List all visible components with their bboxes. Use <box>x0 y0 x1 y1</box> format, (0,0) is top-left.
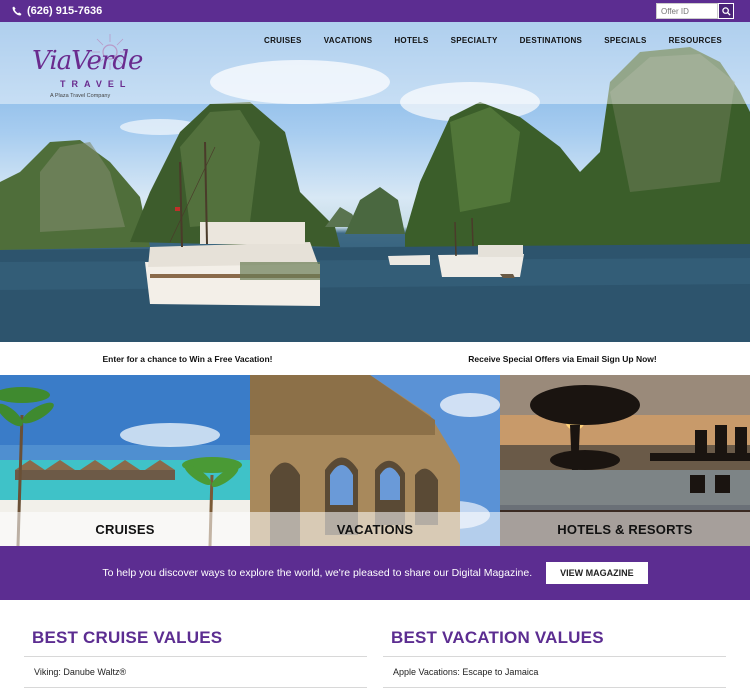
cruise-values-title: BEST CRUISE VALUES <box>24 600 367 657</box>
nav-cruises[interactable]: CRUISES <box>264 36 302 45</box>
tile-label-cruises: CRUISES <box>0 512 250 546</box>
logo-tagline: A Plaza Travel Company <box>50 93 111 99</box>
tile-label-hotels: HOTELS & RESORTS <box>500 512 750 546</box>
values-section: BEST CRUISE VALUES Viking: Danube Waltz®… <box>0 600 750 695</box>
nav-resources[interactable]: RESOURCES <box>669 36 722 45</box>
nav-specialty[interactable]: SPECIALTY <box>451 36 498 45</box>
logo-wordmark: ViaVerde <box>32 46 143 76</box>
cruise-value-item[interactable]: Viking: Danube Waltz® <box>24 657 367 688</box>
email-signup-link[interactable]: Receive Special Offers via Email Sign Up… <box>375 354 750 364</box>
main-nav: CRUISES VACATIONS HOTELS SPECIALTY DESTI… <box>264 36 722 45</box>
win-vacation-link[interactable]: Enter for a chance to Win a Free Vacatio… <box>0 354 375 364</box>
offer-search-button[interactable] <box>718 3 734 19</box>
logo[interactable]: ViaVerde TRAVEL A Plaza Travel Company <box>28 32 143 104</box>
tile-vacations[interactable]: VACATIONS <box>250 375 500 546</box>
vacation-value-item[interactable]: Apple Vacations: Escape to Jamaica <box>383 657 726 688</box>
offer-search <box>656 3 750 19</box>
search-icon <box>721 6 731 16</box>
cruise-values: BEST CRUISE VALUES Viking: Danube Waltz® <box>24 600 367 695</box>
hero-banner: ViaVerde TRAVEL A Plaza Travel Company C… <box>0 22 750 342</box>
magazine-banner: To help you discover ways to explore the… <box>0 546 750 600</box>
nav-destinations[interactable]: DESTINATIONS <box>520 36 583 45</box>
category-tiles: CRUISES VACATIONS HOTELS & RESORTS <box>0 375 750 546</box>
tile-cruises[interactable]: CRUISES <box>0 375 250 546</box>
view-magazine-button[interactable]: VIEW MAGAZINE <box>546 562 648 584</box>
nav-vacations[interactable]: VACATIONS <box>324 36 373 45</box>
phone-link[interactable]: (626) 915-7636 <box>12 5 102 17</box>
tile-label-vacations: VACATIONS <box>250 512 500 546</box>
promo-strip: Enter for a chance to Win a Free Vacatio… <box>0 342 750 375</box>
top-bar: (626) 915-7636 <box>0 0 750 22</box>
vacation-values: BEST VACATION VALUES Apple Vacations: Es… <box>383 600 726 695</box>
phone-number[interactable]: (626) 915-7636 <box>27 5 102 17</box>
phone-icon <box>12 6 22 16</box>
nav-specials[interactable]: SPECIALS <box>604 36 646 45</box>
magazine-text: To help you discover ways to explore the… <box>102 567 533 579</box>
logo-travel: TRAVEL <box>60 79 132 89</box>
offer-id-input[interactable] <box>656 3 718 19</box>
nav-hotels[interactable]: HOTELS <box>394 36 428 45</box>
tile-hotels[interactable]: HOTELS & RESORTS <box>500 375 750 546</box>
vacation-values-title: BEST VACATION VALUES <box>383 600 726 657</box>
